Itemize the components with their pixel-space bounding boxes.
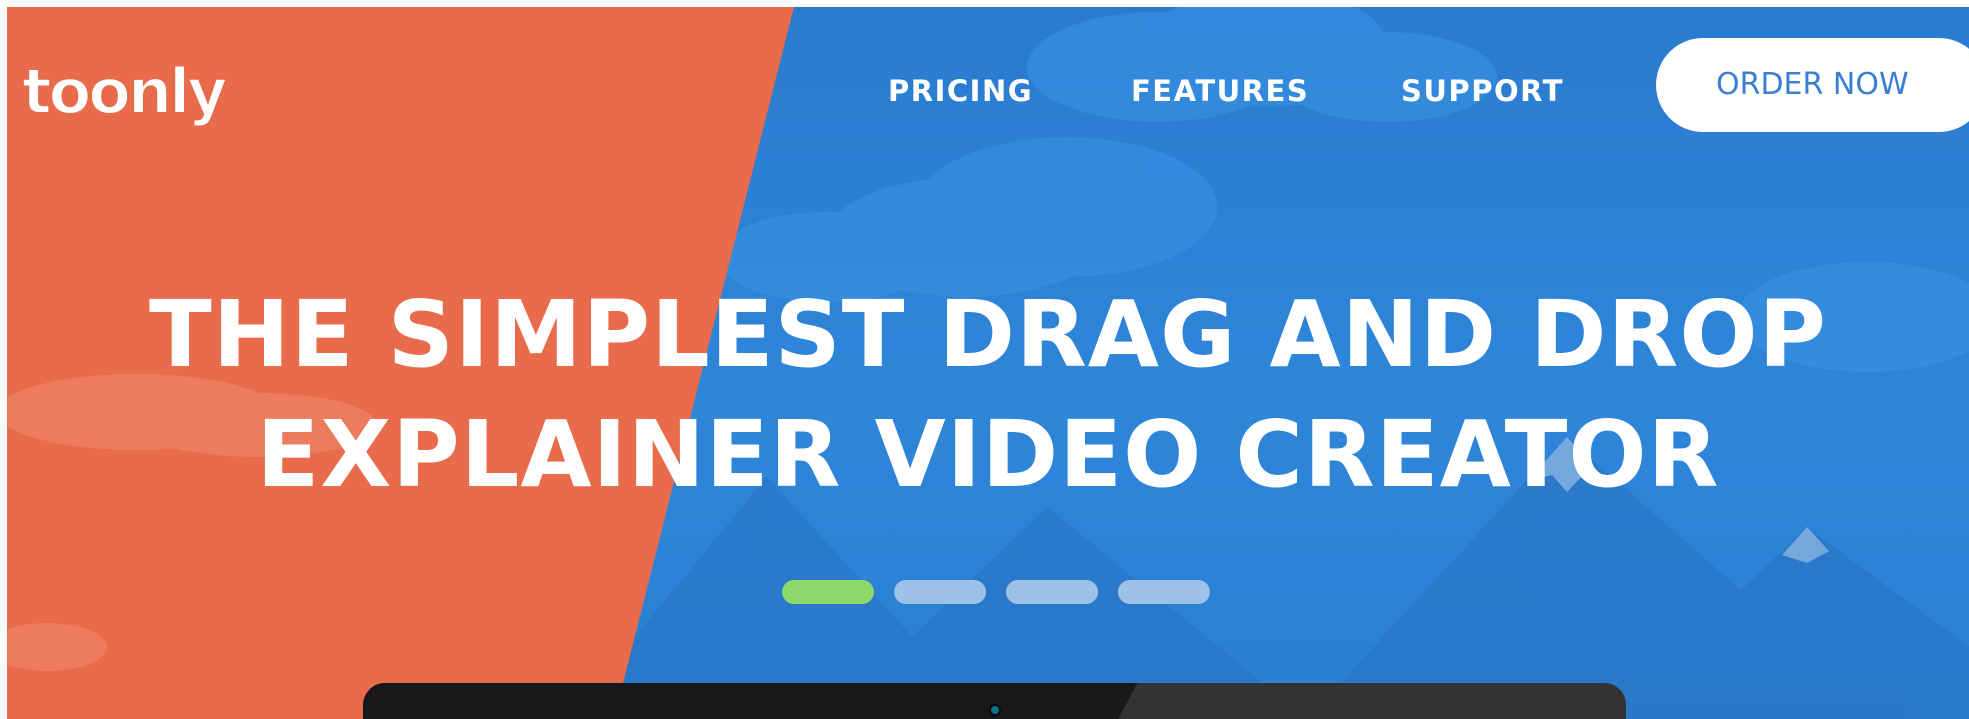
nav-support-link[interactable]: SUPPORT: [1401, 71, 1564, 111]
nav-features-link[interactable]: FEATURES: [1131, 71, 1309, 111]
hero-banner: toonly PRICING FEATURES SUPPORT ORDER NO…: [7, 7, 1969, 719]
nav-pricing-link[interactable]: PRICING: [888, 71, 1033, 111]
carousel-dot-3[interactable]: [1006, 580, 1098, 604]
headline-line-1: THE SIMPLEST DRAG AND DROP: [148, 281, 1827, 388]
carousel-dot-1[interactable]: [782, 580, 874, 604]
device-screen-glare: [1106, 683, 1626, 719]
device-mockup: [363, 683, 1626, 719]
headline-line-2: EXPLAINER VIDEO CREATOR: [256, 401, 1720, 508]
carousel-dot-2[interactable]: [894, 580, 986, 604]
order-now-button[interactable]: ORDER NOW: [1656, 38, 1969, 132]
camera-icon: [991, 706, 999, 714]
hero-headline: THE SIMPLEST DRAG AND DROP EXPLAINER VID…: [7, 275, 1969, 515]
carousel-dot-4[interactable]: [1118, 580, 1210, 604]
